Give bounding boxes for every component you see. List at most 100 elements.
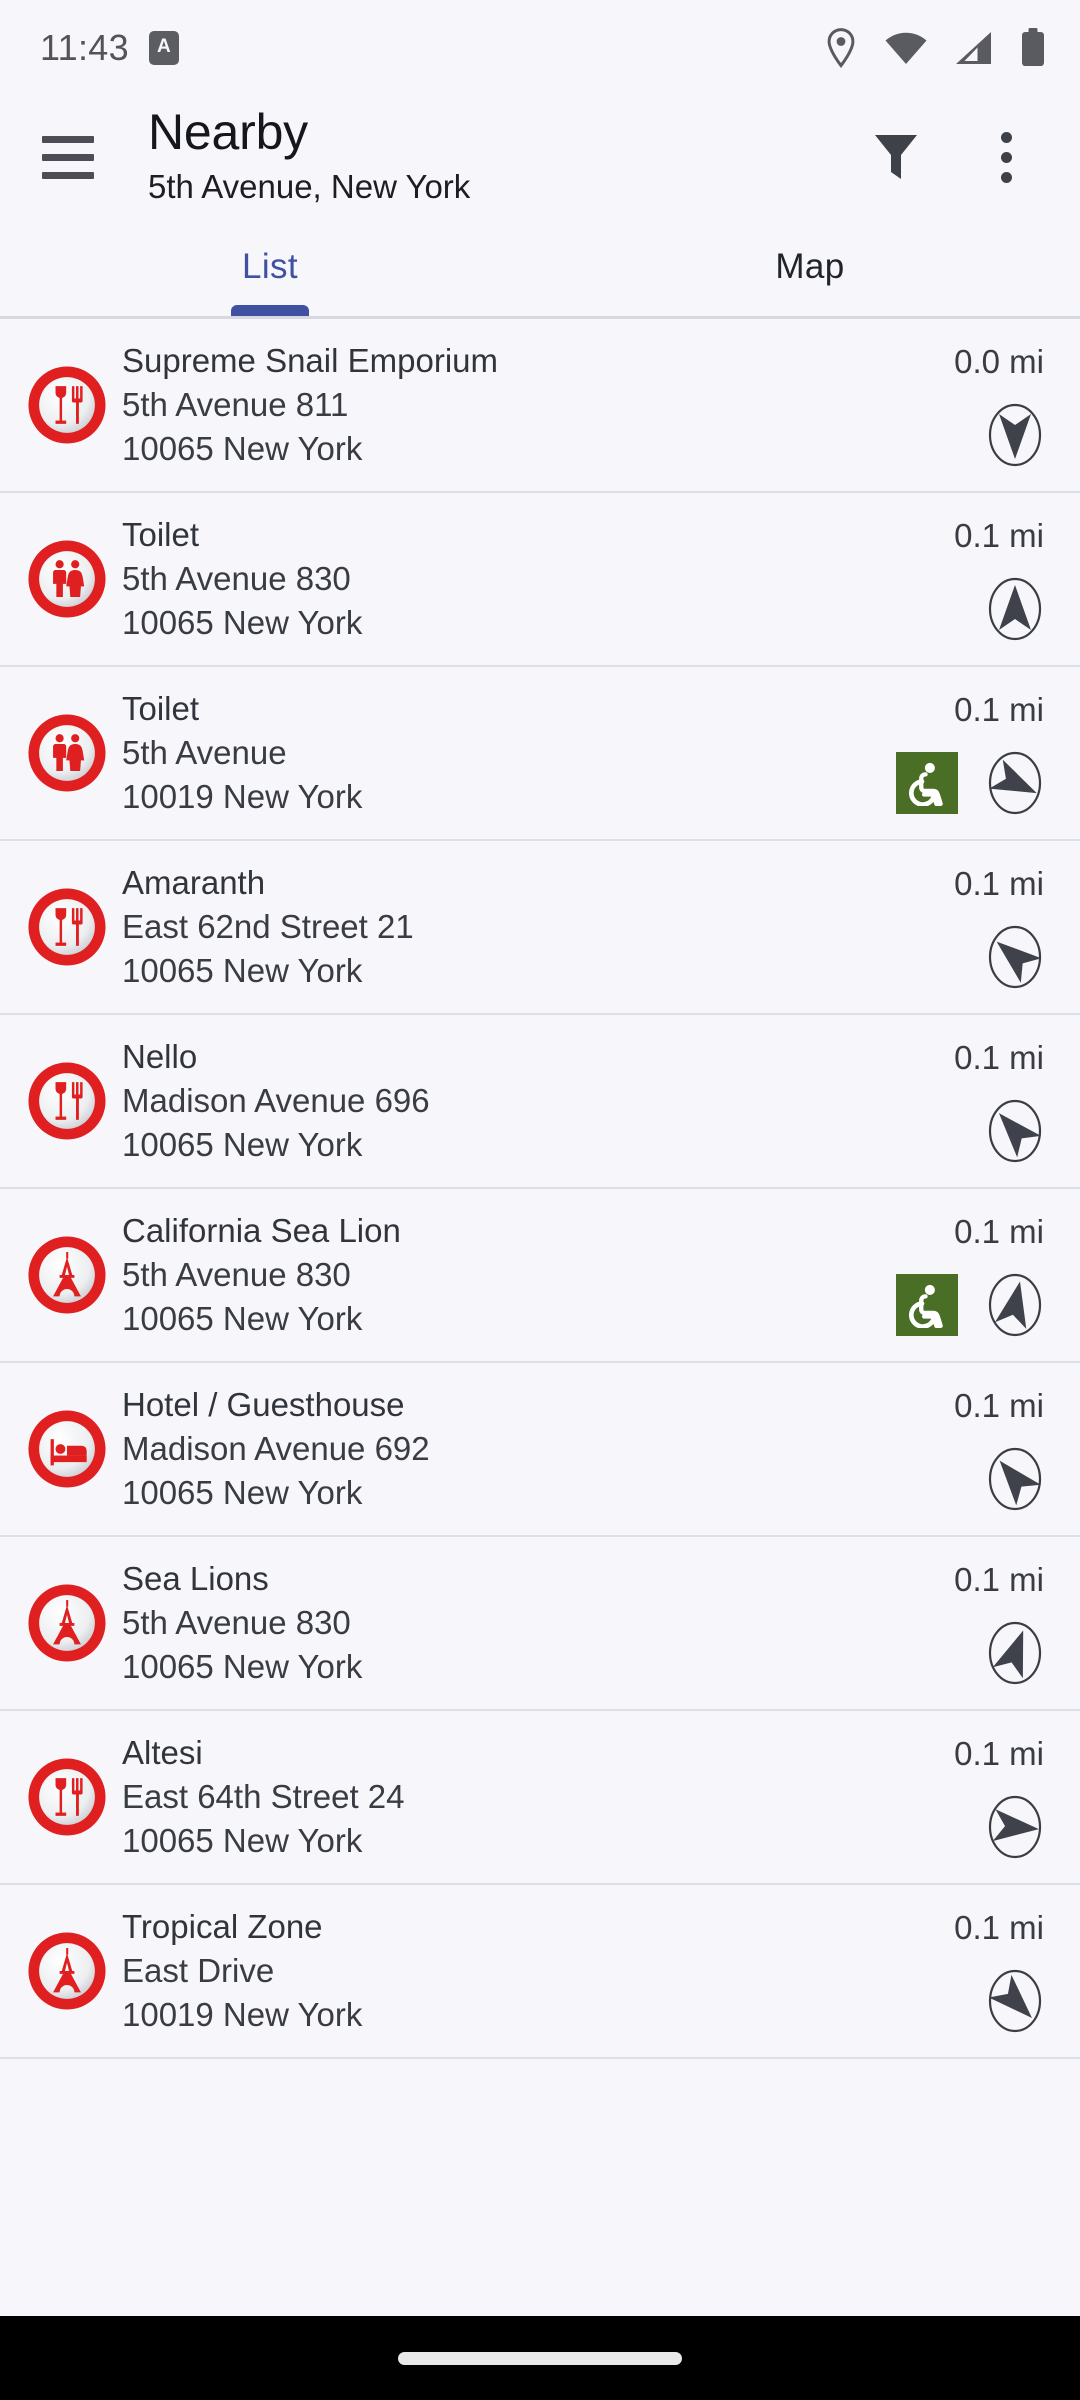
poi-meta-block: 0.1 mi	[954, 1711, 1050, 1883]
poi-text-block: Toilet 5th Avenue 830 10065 New York	[122, 514, 954, 645]
poi-distance: 0.1 mi	[954, 1038, 1044, 1076]
system-navigation-bar	[0, 2316, 1080, 2400]
poi-list-item[interactable]: Supreme Snail Emporium 5th Avenue 811 1006…	[0, 319, 1080, 493]
poi-name: Nello	[122, 1037, 198, 1075]
poi-text-block: Nello Madison Avenue 696 10065 New York	[122, 1036, 954, 1167]
poi-distance: 0.1 mi	[954, 690, 1044, 728]
hamburger-bar	[42, 153, 94, 161]
compass-arrow-icon[interactable]	[980, 748, 1050, 818]
app-bar: Nearby 5th Avenue, New York	[0, 96, 1080, 218]
poi-list[interactable]: Supreme Snail Emporium 5th Avenue 811 1006…	[0, 319, 1080, 2188]
page-subtitle: 5th Avenue, New York	[148, 167, 471, 205]
restaurant-icon	[26, 1756, 108, 1838]
tab-list-label: List	[241, 247, 299, 286]
filter-icon[interactable]	[858, 119, 934, 195]
poi-city: 10065 New York	[122, 952, 363, 990]
poi-name: Supreme Snail Emporium	[122, 341, 498, 379]
poi-street: 5th Avenue 830	[122, 1603, 351, 1641]
hamburger-bar	[42, 171, 94, 179]
poi-meta-block: 0.1 mi	[954, 1015, 1050, 1187]
poi-meta-block: 0.1 mi	[954, 493, 1050, 665]
location-pin-icon	[824, 28, 858, 68]
compass-arrow-icon[interactable]	[980, 1096, 1050, 1166]
poi-city: 10065 New York	[122, 604, 363, 642]
poi-city: 10065 New York	[122, 430, 363, 468]
tab-map[interactable]: Map	[540, 218, 1080, 316]
poi-list-item[interactable]: Hotel / Guesthouse Madison Avenue 692 1006…	[0, 1363, 1080, 1537]
restaurant-icon	[26, 364, 108, 446]
poi-street: 5th Avenue 830	[122, 559, 351, 597]
poi-meta-block: 0.1 mi	[896, 667, 1050, 839]
poi-list-item[interactable]: Tropical Zone East Drive 10019 New York 0.1…	[0, 1885, 1080, 2059]
status-clock: 11:43	[40, 27, 129, 68]
poi-name: Altesi	[122, 1733, 203, 1771]
tab-list[interactable]: List	[0, 218, 540, 316]
poi-text-block: Hotel / Guesthouse Madison Avenue 692 1006…	[122, 1384, 954, 1515]
home-gesture-pill[interactable]	[398, 2351, 682, 2365]
poi-list-item[interactable]: Toilet 5th Avenue 10019 New York 0.1 mi	[0, 667, 1080, 841]
poi-name: Toilet	[122, 689, 200, 727]
attraction-icon	[26, 1582, 108, 1664]
poi-list-item[interactable]: Sea Lions 5th Avenue 830 10065 New York 0.1…	[0, 1537, 1080, 1711]
poi-icon-row	[980, 1444, 1050, 1514]
poi-distance: 0.1 mi	[954, 1212, 1044, 1250]
poi-text-block: California Sea Lion 5th Avenue 830 10065 N…	[122, 1210, 896, 1341]
poi-list-item[interactable]: Altesi East 64th Street 24 10065 New York 0…	[0, 1711, 1080, 1885]
poi-city: 10019 New York	[122, 1996, 363, 2034]
poi-icon-row	[980, 922, 1050, 992]
toilet-icon	[26, 712, 108, 794]
poi-icon-row	[980, 400, 1050, 470]
poi-icon-row	[896, 1270, 1050, 1340]
poi-distance: 0.1 mi	[954, 516, 1044, 554]
poi-list-item[interactable]: Nello Madison Avenue 696 10065 New York 0.1…	[0, 1015, 1080, 1189]
poi-street: East 62nd Street 21	[122, 907, 414, 945]
wheelchair-accessible-icon	[896, 1273, 958, 1336]
compass-arrow-icon[interactable]	[980, 1618, 1050, 1688]
kebab-dot	[1000, 171, 1012, 183]
poi-list-item[interactable]: Amaranth East 62nd Street 21 10065 New Yor…	[0, 841, 1080, 1015]
attraction-icon	[26, 1930, 108, 2012]
poi-list-item[interactable]: California Sea Lion 5th Avenue 830 10065 N…	[0, 1189, 1080, 1363]
poi-street: Madison Avenue 696	[122, 1081, 430, 1119]
poi-city: 10065 New York	[122, 1300, 363, 1338]
poi-icon-row	[980, 1966, 1050, 2036]
poi-list-item[interactable]: Toilet 5th Avenue 830 10065 New York 0.1 mi	[0, 493, 1080, 667]
compass-arrow-icon[interactable]	[980, 922, 1050, 992]
compass-arrow-icon[interactable]	[980, 1270, 1050, 1340]
poi-icon-row	[980, 1792, 1050, 1862]
compass-arrow-icon[interactable]	[980, 1966, 1050, 2036]
poi-city: 10065 New York	[122, 1126, 363, 1164]
app-screen: 11:43 A Nearby 5th Avenue, New York List…	[0, 0, 1080, 2400]
poi-name: Sea Lions	[122, 1559, 269, 1597]
tab-map-label: Map	[775, 247, 845, 286]
poi-distance: 0.0 mi	[954, 342, 1044, 380]
wheelchair-accessible-icon	[896, 751, 958, 814]
overflow-menu-icon[interactable]	[968, 119, 1044, 195]
kebab-dot	[1000, 131, 1012, 143]
compass-arrow-icon[interactable]	[980, 1792, 1050, 1862]
poi-meta-block: 0.1 mi	[954, 1363, 1050, 1535]
compass-arrow-icon[interactable]	[980, 400, 1050, 470]
poi-street: East 64th Street 24	[122, 1777, 405, 1815]
poi-meta-block: 0.1 mi	[954, 1537, 1050, 1709]
toilet-icon	[26, 538, 108, 620]
poi-text-block: Tropical Zone East Drive 10019 New York	[122, 1906, 954, 2037]
compass-arrow-icon[interactable]	[980, 1444, 1050, 1514]
kebab-dot	[1000, 151, 1012, 163]
poi-icon-row	[980, 1618, 1050, 1688]
poi-street: East Drive	[122, 1951, 275, 1989]
status-bar-left: 11:43 A	[40, 27, 179, 69]
compass-arrow-icon[interactable]	[980, 574, 1050, 644]
poi-text-block: Toilet 5th Avenue 10019 New York	[122, 688, 896, 819]
poi-city: 10065 New York	[122, 1474, 363, 1512]
poi-text-block: Supreme Snail Emporium 5th Avenue 811 1006…	[122, 340, 954, 471]
poi-city: 10019 New York	[122, 778, 363, 816]
poi-meta-block: 0.1 mi	[954, 1885, 1050, 2057]
wifi-icon	[884, 30, 928, 66]
poi-street: Madison Avenue 692	[122, 1429, 430, 1467]
poi-street: 5th Avenue 830	[122, 1255, 351, 1293]
poi-name: Tropical Zone	[122, 1907, 323, 1945]
poi-name: Amaranth	[122, 863, 266, 901]
hamburger-menu-icon[interactable]	[42, 128, 100, 186]
poi-icon-row	[980, 1096, 1050, 1166]
